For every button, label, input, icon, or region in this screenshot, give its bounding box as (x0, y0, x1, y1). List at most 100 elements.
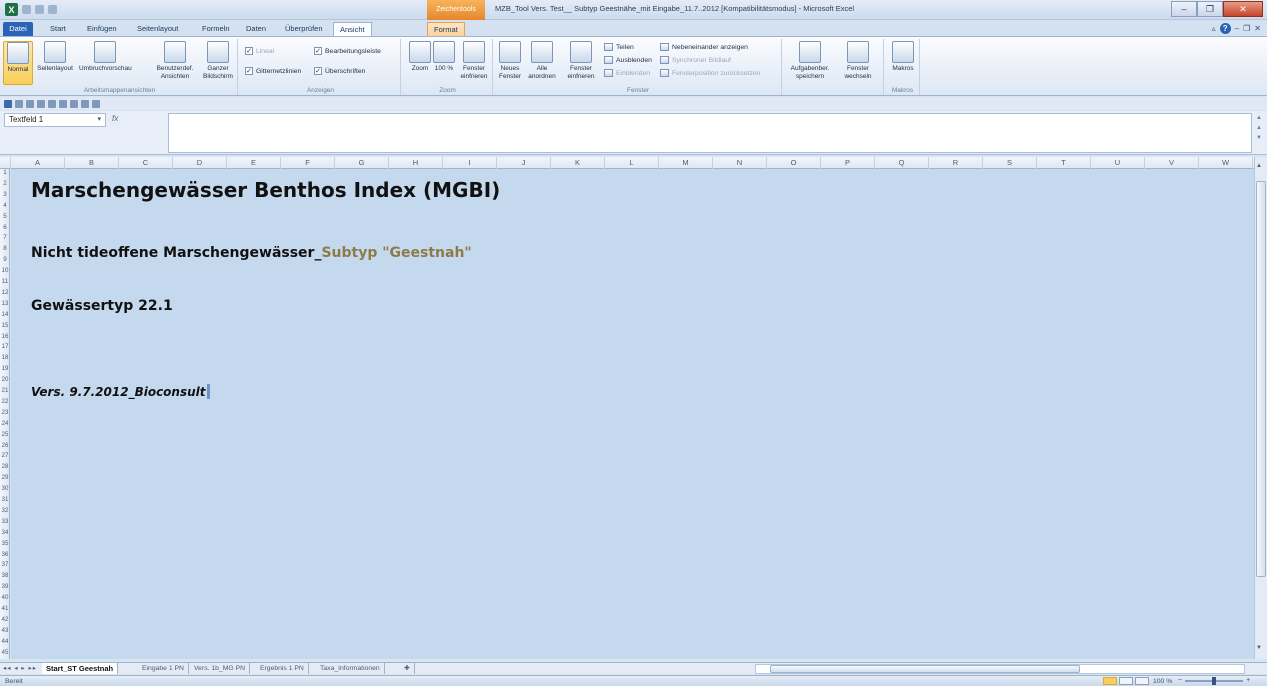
row-header[interactable]: 31 (0, 496, 9, 504)
row-header[interactable]: 43 (0, 627, 9, 635)
column-header[interactable]: C (119, 157, 173, 169)
zoom-100-button[interactable]: 100 % (433, 41, 455, 73)
row-header[interactable]: 15 (0, 322, 9, 330)
new-window-button[interactable]: Neues Fenster (497, 41, 523, 81)
gridlines-checkbox[interactable]: ✓ Gitternetzlinien (245, 67, 301, 75)
tab-file[interactable]: Datei (3, 22, 33, 36)
undo-icon[interactable] (15, 99, 23, 108)
column-header[interactable]: J (497, 157, 551, 169)
page-layout-view-button[interactable]: Seitenlayout (35, 41, 75, 73)
row-header[interactable]: 26 (0, 442, 9, 450)
row-header[interactable]: 5 (0, 213, 9, 221)
minimize-button[interactable]: – (1171, 1, 1197, 17)
tab-view[interactable]: Ansicht (333, 22, 372, 36)
redo-icon[interactable] (48, 5, 57, 14)
row-header[interactable]: 34 (0, 529, 9, 537)
column-header[interactable]: Q (875, 157, 929, 169)
column-header[interactable]: W (1199, 157, 1253, 169)
column-header[interactable]: B (65, 157, 119, 169)
normal-view-shortcut[interactable] (1103, 677, 1117, 685)
row-header[interactable]: 44 (0, 638, 9, 646)
row-header[interactable]: 1 (0, 169, 9, 177)
row-header[interactable]: 32 (0, 507, 9, 515)
row-header[interactable]: 9 (0, 256, 9, 264)
tab-insert[interactable]: Einfügen (81, 22, 123, 36)
customize-qat-icon[interactable] (92, 99, 100, 108)
reset-window-position-button[interactable]: Fensterposition zurücksetzen (660, 69, 760, 77)
column-header[interactable]: H (389, 157, 443, 169)
zoom-level[interactable]: 100 % (1153, 676, 1172, 686)
row-header[interactable]: 14 (0, 311, 9, 319)
sort-icon[interactable] (48, 99, 56, 108)
sheet-tab-start[interactable]: Start_ST Geestnah (42, 663, 119, 674)
column-header[interactable]: D (173, 157, 227, 169)
scroll-up-icon[interactable]: ▲ (1256, 163, 1262, 169)
redo-icon[interactable] (26, 99, 34, 108)
row-header[interactable]: 20 (0, 376, 9, 384)
row-header[interactable]: 30 (0, 485, 9, 493)
row-header[interactable]: 13 (0, 300, 9, 308)
row-header[interactable]: 2 (0, 180, 9, 188)
headings-checkbox[interactable]: ✓ Überschriften (314, 67, 365, 75)
insert-sheet-icon[interactable]: ✚ (400, 663, 415, 674)
zoom-out-icon[interactable]: − (1178, 677, 1182, 684)
row-header[interactable]: 24 (0, 420, 9, 428)
view-side-by-side-button[interactable]: Nebeneinander anzeigen (660, 43, 748, 51)
column-header[interactable]: O (767, 157, 821, 169)
split-button[interactable]: Teilen (604, 43, 634, 51)
hide-button[interactable]: Ausblenden (604, 56, 652, 64)
arrange-all-button[interactable]: Alle anordnen (525, 41, 559, 81)
unhide-button[interactable]: Einblenden (604, 69, 650, 77)
row-header[interactable]: 6 (0, 224, 9, 232)
full-screen-button[interactable]: Ganzer Bildschirm (200, 41, 236, 81)
chevron-down-icon[interactable]: ▾ (97, 114, 101, 126)
row-header[interactable]: 16 (0, 333, 9, 341)
horizontal-scroll-thumb[interactable] (770, 665, 1080, 673)
tab-data[interactable]: Daten (240, 22, 272, 36)
row-header[interactable]: 21 (0, 387, 9, 395)
row-header[interactable]: 27 (0, 452, 9, 460)
save-icon[interactable] (22, 5, 31, 14)
close-button[interactable]: ✕ (1223, 1, 1263, 17)
column-header[interactable]: R (929, 157, 983, 169)
row-header[interactable]: 23 (0, 409, 9, 417)
tab-formulas[interactable]: Formeln (196, 22, 236, 36)
switch-windows-button[interactable]: Fenster wechseln (838, 41, 878, 81)
column-header[interactable]: E (227, 157, 281, 169)
doc-minimize-icon[interactable]: – (1235, 24, 1239, 33)
row-header[interactable]: 8 (0, 245, 9, 253)
formula-expand-scroll[interactable]: ▲ ▲ ▼ (1254, 113, 1264, 153)
row-header[interactable]: 40 (0, 594, 9, 602)
column-header[interactable]: V (1145, 157, 1199, 169)
zoom-track[interactable] (1185, 676, 1244, 685)
text-box[interactable]: Marschengewässer Benthos Index (MGBI) Ni… (11, 169, 1254, 659)
formula-bar-checkbox[interactable]: ✓ Bearbeitungsleiste (314, 47, 381, 55)
sheet-nav-arrows[interactable]: ◂◂ ◂ ▸ ▸▸ (3, 663, 37, 675)
row-header[interactable]: 41 (0, 605, 9, 613)
row-header[interactable]: 37 (0, 561, 9, 569)
chart-icon[interactable] (59, 99, 67, 108)
column-header[interactable]: K (551, 157, 605, 169)
insert-function-icon[interactable]: fx (112, 113, 162, 127)
row-header[interactable]: 25 (0, 431, 9, 439)
row-header[interactable]: 29 (0, 474, 9, 482)
help-icon[interactable]: ? (1219, 23, 1231, 34)
excel-app-icon[interactable]: X (5, 3, 18, 16)
row-header[interactable]: 18 (0, 354, 9, 362)
scroll-down-icon[interactable]: ▼ (1256, 645, 1262, 651)
sheet-tab-vers[interactable]: Vers. 1b_MG PN (190, 663, 250, 674)
print-preview-icon[interactable] (37, 99, 45, 108)
normal-view-button[interactable]: Normal (3, 41, 33, 85)
synchronous-scrolling-button[interactable]: Synchroner Bildlauf (660, 56, 731, 64)
freeze-panes-button[interactable]: Fenster einfrieren (561, 41, 601, 81)
sheet-tab-taxa[interactable]: Taxa_Informationen (316, 663, 385, 674)
page-layout-shortcut[interactable] (1119, 677, 1133, 685)
save-icon[interactable] (4, 99, 12, 108)
vertical-scrollbar[interactable]: ▲ ▼ (1254, 157, 1267, 659)
row-header[interactable]: 3 (0, 191, 9, 199)
ribbon-minimize-icon[interactable]: ▵ (1212, 24, 1216, 33)
page-break-preview-button[interactable]: Umbruchvorschau (79, 41, 132, 73)
row-header[interactable]: 45 (0, 649, 9, 657)
doc-restore-icon[interactable]: ❐ (1243, 24, 1250, 33)
tab-format[interactable]: Format (427, 22, 465, 36)
